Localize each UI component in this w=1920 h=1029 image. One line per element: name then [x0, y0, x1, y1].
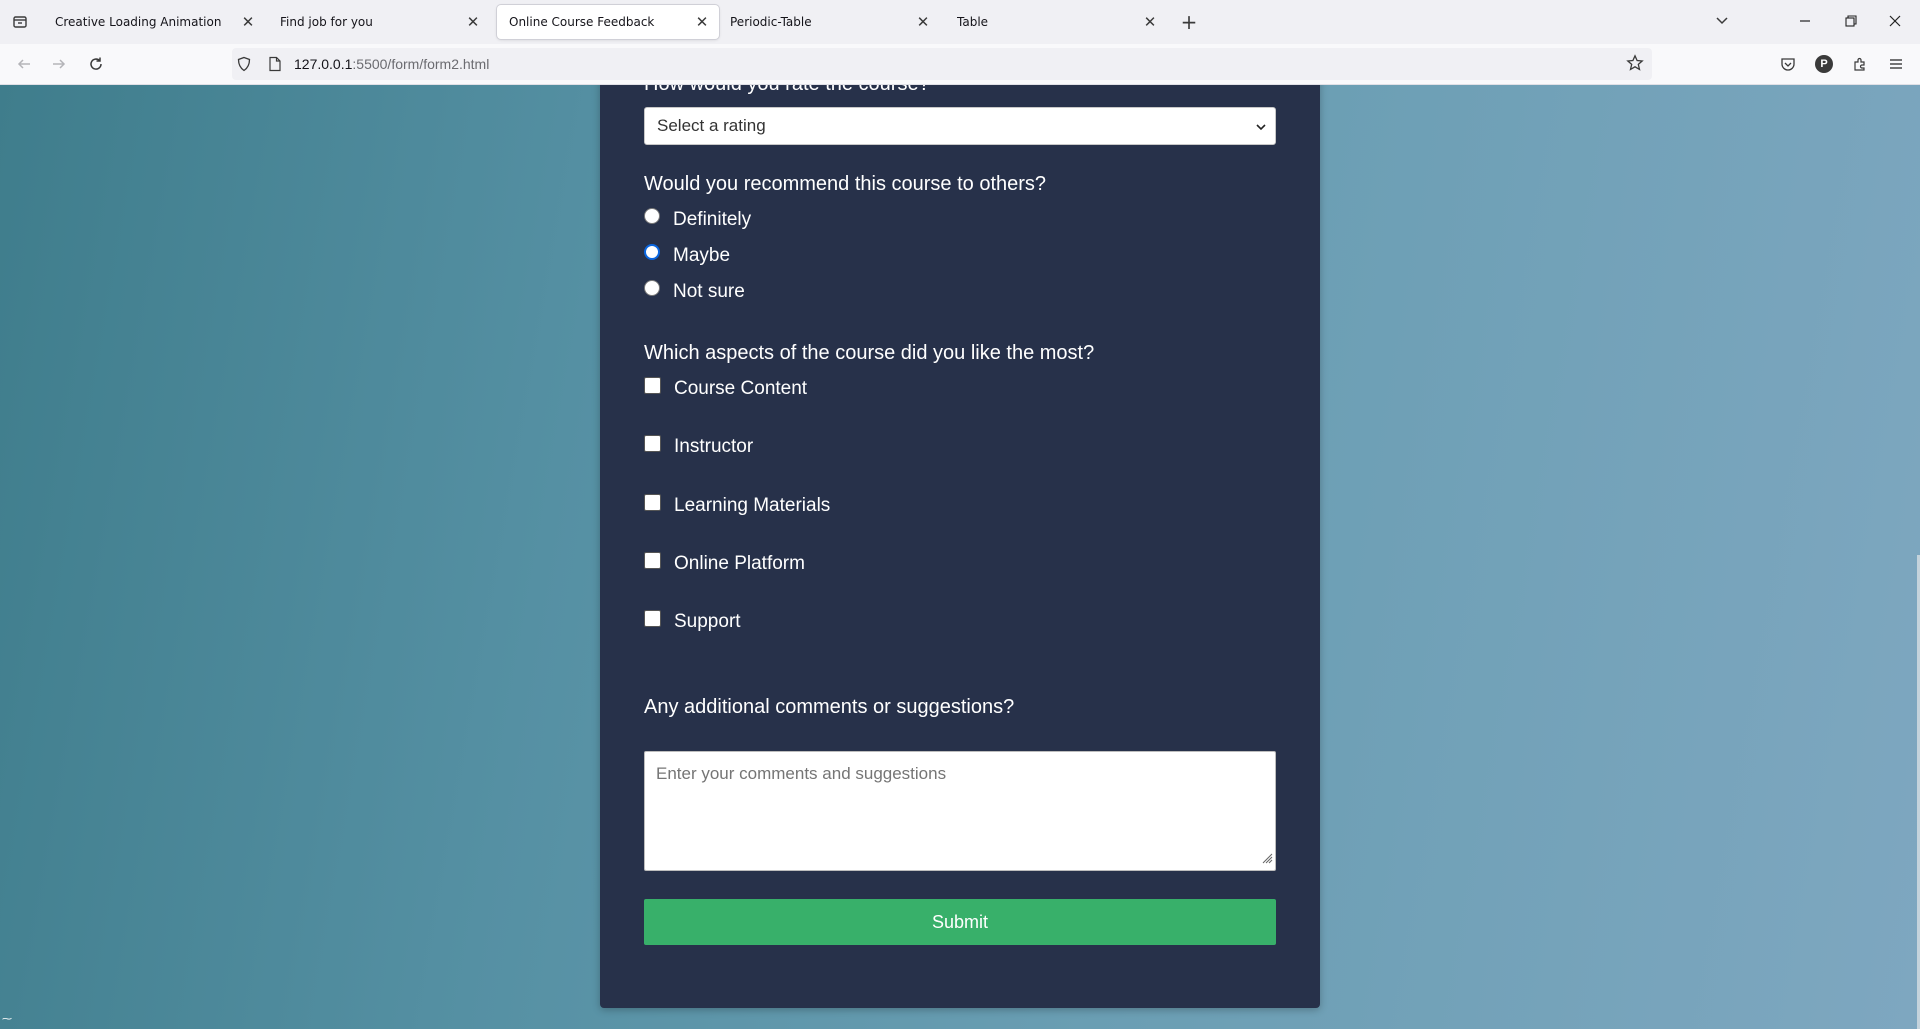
aspect-option-online-platform[interactable]: Online Platform: [644, 546, 805, 574]
close-icon[interactable]: ✕: [239, 13, 257, 31]
tab-periodic-table[interactable]: Periodic-Table ✕: [718, 5, 940, 39]
firefox-view-icon[interactable]: [8, 10, 32, 34]
submit-button[interactable]: Submit: [644, 899, 1276, 945]
comments-textarea[interactable]: Enter your comments and suggestions: [644, 751, 1276, 871]
radio-label: Not sure: [673, 281, 745, 302]
aspect-option-learning-materials[interactable]: Learning Materials: [644, 488, 830, 516]
checkbox-label: Online Platform: [674, 553, 805, 574]
comments-placeholder: Enter your comments and suggestions: [656, 764, 947, 783]
chevron-down-icon[interactable]: [1707, 8, 1737, 34]
rating-select-value: Select a rating: [657, 116, 766, 135]
aspect-option-course-content[interactable]: Course Content: [644, 371, 807, 399]
corner-glyph: ⁓: [2, 1014, 12, 1025]
rating-select[interactable]: Select a rating: [644, 107, 1276, 145]
window-close-icon[interactable]: [1880, 8, 1910, 34]
checkbox-learning-materials[interactable]: [644, 493, 661, 511]
url-path: :5500/form/form2.html: [352, 56, 490, 72]
avatar-initial: P: [1815, 55, 1833, 73]
bookmark-star-icon[interactable]: [1626, 54, 1644, 76]
checkbox-online-platform[interactable]: [644, 551, 661, 569]
aspect-option-support[interactable]: Support: [644, 604, 741, 632]
url-bar[interactable]: 127.0.0.1:5500/form/form2.html: [232, 48, 1652, 80]
page-icon: [268, 56, 282, 76]
recommend-option-definitely[interactable]: Definitely: [644, 202, 751, 230]
aspects-question: Which aspects of the course did you like…: [644, 342, 1095, 364]
comments-question: Any additional comments or suggestions?: [644, 696, 1015, 718]
checkbox-label: Course Content: [674, 378, 808, 399]
new-tab-plus-icon[interactable]: +: [1178, 10, 1200, 34]
chevron-down-icon: [1255, 118, 1267, 137]
forward-arrow-icon[interactable]: [47, 52, 71, 76]
radio-not-sure[interactable]: [644, 280, 660, 296]
back-arrow-icon[interactable]: [12, 52, 36, 76]
radio-maybe[interactable]: [644, 244, 660, 260]
aspect-option-instructor[interactable]: Instructor: [644, 429, 753, 457]
account-avatar[interactable]: P: [1812, 52, 1836, 76]
recommend-option-not-sure[interactable]: Not sure: [644, 274, 745, 302]
tab-title: Periodic-Table: [730, 15, 812, 29]
checkbox-label: Instructor: [674, 436, 754, 457]
tab-find-job[interactable]: Find job for you ✕: [268, 5, 490, 39]
navigation-bar: 127.0.0.1:5500/form/form2.html P: [0, 44, 1920, 85]
close-icon[interactable]: ✕: [1141, 13, 1159, 31]
tab-table[interactable]: Table ✕: [945, 5, 1167, 39]
tab-title: Find job for you: [280, 15, 373, 29]
shield-icon[interactable]: [236, 56, 252, 76]
tab-title: Creative Loading Animation: [55, 15, 222, 29]
checkbox-label: Learning Materials: [674, 495, 831, 516]
tab-creative-loading-animation[interactable]: Creative Loading Animation ✕: [43, 5, 265, 39]
checkbox-course-content[interactable]: [644, 376, 661, 394]
tab-title: Online Course Feedback: [509, 15, 655, 29]
page-viewport: How would you rate the course? Select a …: [0, 85, 1920, 1029]
radio-label: Maybe: [673, 245, 731, 266]
tab-strip: Creative Loading Animation ✕ Find job fo…: [0, 0, 1920, 44]
tab-title: Table: [957, 15, 989, 29]
recommend-option-maybe[interactable]: Maybe: [644, 238, 730, 266]
pocket-icon[interactable]: [1776, 52, 1800, 76]
url-host: 127.0.0.1: [294, 56, 353, 72]
recommend-question: Would you recommend this course to other…: [644, 173, 1047, 195]
close-icon[interactable]: ✕: [464, 13, 482, 31]
minimize-icon[interactable]: [1790, 8, 1820, 34]
radio-definitely[interactable]: [644, 208, 660, 224]
url-text: 127.0.0.1:5500/form/form2.html: [294, 56, 489, 72]
extensions-icon[interactable]: [1848, 52, 1872, 76]
close-icon[interactable]: ✕: [914, 13, 932, 31]
close-icon[interactable]: ✕: [693, 13, 711, 31]
checkbox-label: Support: [674, 611, 741, 632]
menu-hamburger-icon[interactable]: [1884, 52, 1908, 76]
reload-icon[interactable]: [84, 52, 108, 76]
checkbox-instructor[interactable]: [644, 434, 661, 452]
tab-online-course-feedback[interactable]: Online Course Feedback ✕: [497, 5, 719, 39]
rating-question: How would you rate the course?: [644, 85, 930, 96]
restore-icon[interactable]: [1836, 8, 1866, 34]
resize-grip-icon[interactable]: [1261, 849, 1273, 868]
checkbox-support[interactable]: [644, 609, 661, 627]
radio-label: Definitely: [673, 209, 752, 230]
